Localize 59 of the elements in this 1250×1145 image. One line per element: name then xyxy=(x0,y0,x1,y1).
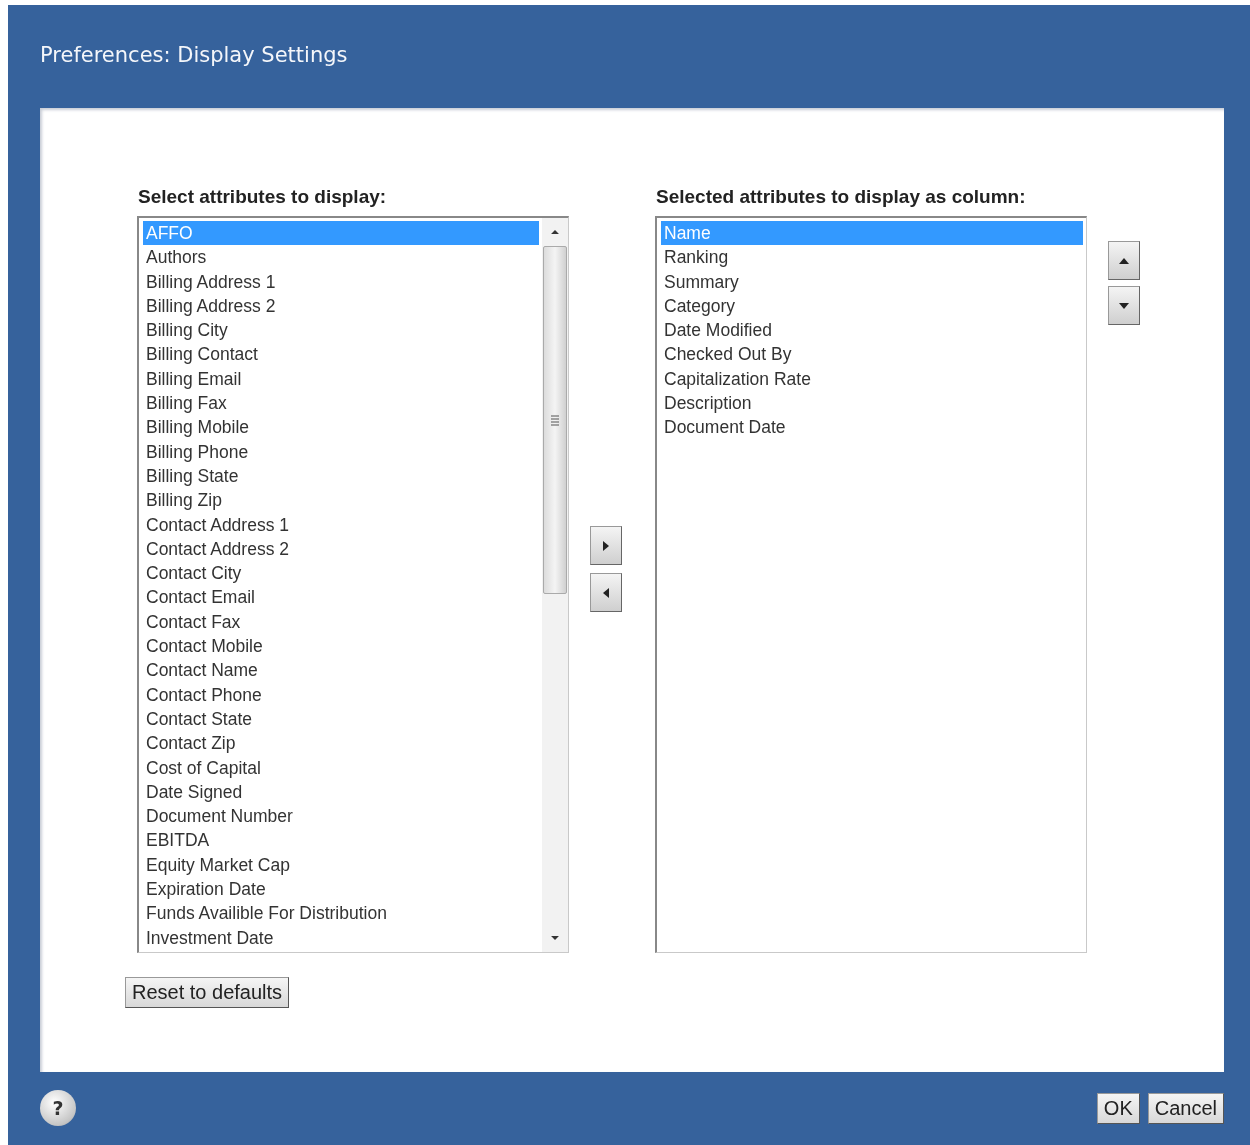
scrollbar[interactable] xyxy=(542,218,568,952)
list-item[interactable]: Contact Email xyxy=(143,585,539,610)
list-item[interactable]: Contact Phone xyxy=(143,682,539,707)
list-item[interactable]: Billing Mobile xyxy=(143,415,539,440)
move-up-button[interactable] xyxy=(1108,241,1140,280)
ok-button[interactable]: OK xyxy=(1096,1092,1140,1124)
list-item[interactable]: Billing Email xyxy=(143,366,539,392)
up-arrow-icon xyxy=(1119,256,1129,265)
list-item[interactable]: Contact Name xyxy=(143,658,539,683)
list-item[interactable]: EBITDA xyxy=(143,828,539,853)
list-item[interactable]: Expiration Date xyxy=(143,877,539,902)
list-item[interactable]: Capitalization Rate xyxy=(661,366,1083,392)
scroll-thumb[interactable] xyxy=(543,245,567,595)
list-item[interactable]: Billing Address 1 xyxy=(143,269,539,294)
list-item[interactable]: Ranking xyxy=(661,245,1083,270)
list-item[interactable]: Billing Contact xyxy=(143,342,539,367)
add-button[interactable] xyxy=(590,526,622,565)
list-label: Selected attributes to display as column: xyxy=(656,186,1027,209)
list-item[interactable]: Cost of Capital xyxy=(143,755,539,780)
list-item[interactable]: Billing Address 2 xyxy=(143,293,539,319)
list-item[interactable]: Funds Availible For Distribution xyxy=(143,901,539,926)
attribute-list[interactable] xyxy=(137,216,569,953)
list-item[interactable]: Date Modified xyxy=(661,318,1083,343)
list-item[interactable]: Contact State xyxy=(143,706,539,732)
list-item[interactable]: Checked Out By xyxy=(661,342,1083,367)
move-down-button[interactable] xyxy=(1108,286,1140,325)
down-arrow-icon xyxy=(1119,301,1129,310)
list-item[interactable]: Billing Phone xyxy=(143,439,539,464)
list-item[interactable]: Document Date xyxy=(661,415,1083,440)
right-arrow-icon xyxy=(602,540,610,551)
list-item[interactable]: Contact Fax xyxy=(143,609,539,635)
cancel-button[interactable]: Cancel xyxy=(1147,1092,1224,1124)
list-item[interactable]: Contact Address 1 xyxy=(143,512,539,537)
column-list[interactable]: Name Ranking Summary Category Date Modified Checked Out By Capitalization Rate Description Document Date xyxy=(655,216,1087,953)
list-item[interactable]: Billing Fax xyxy=(143,391,539,416)
list-item[interactable]: Document Number xyxy=(143,804,539,829)
help-button[interactable]: ? xyxy=(40,1090,76,1126)
list-item[interactable]: Contact Address 2 xyxy=(143,536,539,562)
list-item[interactable]: Summary xyxy=(661,269,1083,294)
list-item[interactable]: Contact Mobile xyxy=(143,634,539,659)
scroll-down-icon[interactable] xyxy=(550,935,560,941)
window-title: Preferences: Display Settings xyxy=(40,42,349,69)
grip-icon xyxy=(550,414,560,426)
scroll-up-icon[interactable] xyxy=(550,229,560,235)
left-arrow-icon xyxy=(602,587,610,598)
list-item[interactable]: Billing City xyxy=(143,318,539,343)
list-item[interactable]: Category xyxy=(661,293,1083,319)
list-item[interactable]: Investment Date xyxy=(143,925,539,950)
list-item[interactable]: Billing State xyxy=(143,463,539,489)
list-item[interactable]: Equity Market Cap xyxy=(143,852,539,877)
list-item[interactable]: Description xyxy=(661,391,1083,416)
remove-button[interactable] xyxy=(590,573,622,612)
list-item[interactable]: Contact Zip xyxy=(143,731,539,756)
list-item[interactable]: Billing Zip xyxy=(143,488,539,513)
list-item[interactable]: Authors xyxy=(143,245,539,270)
list-label: Select attributes to display: xyxy=(138,186,388,209)
reset-button[interactable]: Reset to defaults xyxy=(125,977,290,1008)
list-item[interactable]: Date Signed xyxy=(143,779,539,805)
list-item[interactable]: Contact City xyxy=(143,561,539,586)
